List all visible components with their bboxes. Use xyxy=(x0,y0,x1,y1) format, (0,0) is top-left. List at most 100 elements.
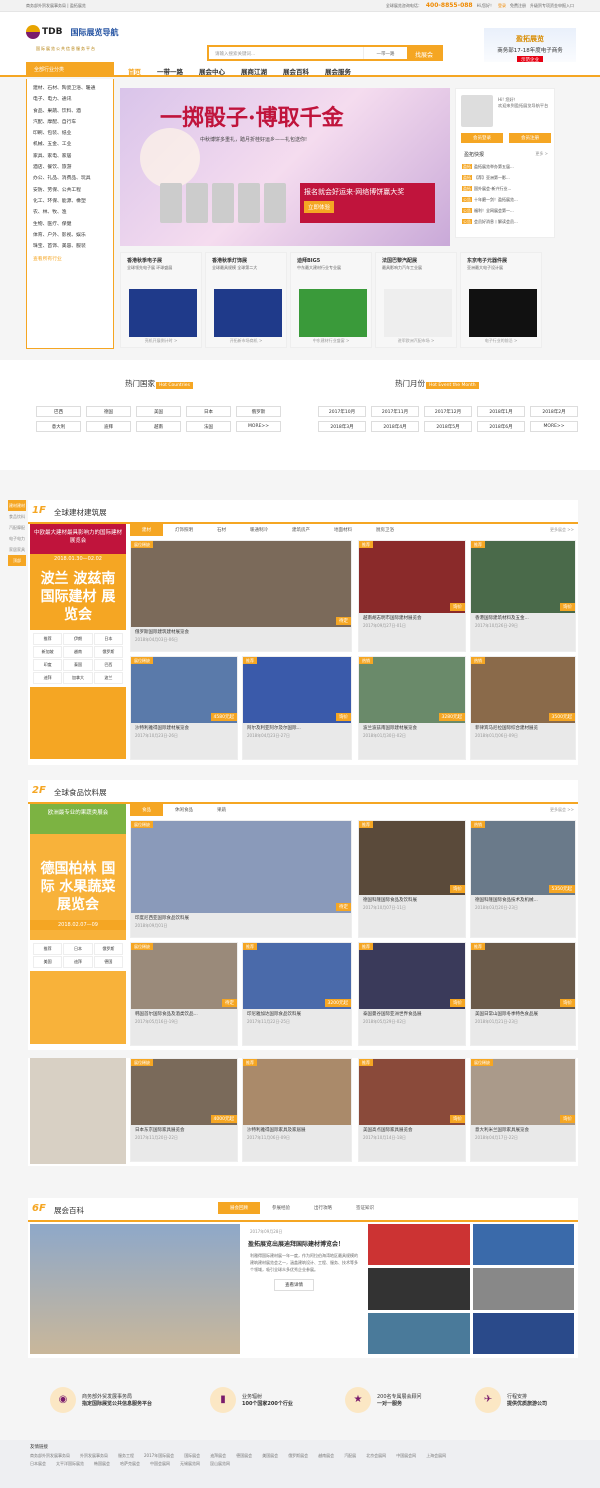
floor-promo[interactable]: 欧洲最专业的果蔬类展会 德国柏林 国际 水果蔬菜 展览会 2018.02.07—… xyxy=(30,804,126,1044)
floor-more-link[interactable]: 更多展会 >> xyxy=(550,527,574,533)
menu-item[interactable]: 安防、劳保、公共工程 xyxy=(33,185,107,196)
expo-tile[interactable]: 推荐 询价 德国科隆国际食品及饮料展 2017年10月07日-11日 xyxy=(358,820,466,938)
wiki-tab[interactable]: 展会回顾 xyxy=(218,1202,260,1214)
wiki-thumb[interactable] xyxy=(368,1224,470,1266)
menu-item[interactable]: 化工、环保、能源、橡塑 xyxy=(33,196,107,207)
news-item[interactable]: 盈拓 【荐】亚洲第一影... xyxy=(462,172,552,183)
month-pill[interactable]: 2018年5月 xyxy=(424,421,472,432)
floor-tab[interactable]: 建材 xyxy=(130,524,163,536)
footer-link[interactable]: 太平洋国际展览 xyxy=(56,1461,84,1467)
footer-link[interactable]: 2017年国际展会 xyxy=(144,1453,174,1459)
footer-link[interactable]: 日本展会 xyxy=(30,1461,46,1467)
menu-item[interactable]: 办公、礼品、消费品、玩具 xyxy=(33,173,107,184)
expo-tile[interactable]: 展位稀缺 4000元起 日本东京国际家具展览会 2017年11月20日-22日 xyxy=(130,1058,238,1162)
menu-item[interactable]: 农、林、牧、渔 xyxy=(33,207,107,218)
menu-item[interactable]: 汽配、摩配、自行车 xyxy=(33,117,107,128)
footer-link[interactable]: 中国会展网 xyxy=(150,1461,170,1467)
month-pill[interactable]: 2017年10月 xyxy=(318,406,366,417)
footer-link[interactable]: 德国展会 xyxy=(236,1453,252,1459)
wiki-tab[interactable]: 参展经验 xyxy=(260,1202,302,1214)
nav-home[interactable]: 首页 xyxy=(120,62,149,80)
floor-tab[interactable]: 地面材料 xyxy=(322,524,364,536)
wiki-tab[interactable]: 出行攻略 xyxy=(302,1202,344,1214)
nav-expo-center[interactable]: 展会中心 xyxy=(191,62,233,80)
footer-link[interactable]: 美国展会 xyxy=(262,1453,278,1459)
footer-link[interactable]: 北京会展网 xyxy=(366,1453,386,1459)
expo-tile[interactable]: 展位稀缺 待定 韩国首尔国际食品及酒类饮品... 2017年05月16日-19日 xyxy=(130,942,238,1046)
footer-link[interactable]: 国际展会 xyxy=(184,1453,200,1459)
month-pill[interactable]: 2017年12月 xyxy=(424,406,472,417)
nav-exhibitors[interactable]: 展商江湖 xyxy=(233,62,275,80)
expo-tile[interactable]: 推荐 询价 越南胡志明市国际建材展览会 2017年09月27日-01日 xyxy=(358,540,466,652)
expo-tile[interactable]: 展位稀缺 待定 印度尼西亚国际食品饮料展 2018年09月01日 xyxy=(130,820,352,938)
news-item[interactable]: 盈拓 国外展会-新兴行业... xyxy=(462,183,552,194)
news-item[interactable]: 公告 福利！全网展会第一... xyxy=(462,205,552,216)
footer-link[interactable]: 俄罗斯展会 xyxy=(288,1453,308,1459)
floor-tab[interactable]: 食品 xyxy=(130,804,163,816)
floor-promo[interactable] xyxy=(30,1058,126,1164)
expo-card[interactable]: 香港秋季电子展 全球领先电子展 环球盛展 亮机开展倒计时 > xyxy=(120,252,202,348)
expo-card[interactable]: 迪拜BIG5 中东最大建材行业专业展 中东建材行业盛宴 > xyxy=(290,252,372,348)
month-pill[interactable]: 2018年1月 xyxy=(477,406,525,417)
wiki-thumb[interactable] xyxy=(472,1268,574,1310)
footer-link[interactable]: 越南展会 xyxy=(318,1453,334,1459)
news-more-link[interactable]: 更多 > xyxy=(535,151,548,157)
footer-link[interactable]: 昆山展览网 xyxy=(210,1461,230,1467)
menu-item[interactable]: 珠宝、首饰、美容、服装 xyxy=(33,241,107,252)
floor-more-link[interactable]: 更多展会 >> xyxy=(550,807,574,813)
floor-tab[interactable]: 建筑房产 xyxy=(280,524,322,536)
expo-card[interactable]: 香港秋季灯饰展 全球最具规模 全球第二大 开拓新市场商机 > xyxy=(205,252,287,348)
floor-tab[interactable]: 暖通制冷 xyxy=(238,524,280,536)
floor-tab[interactable]: 石材 xyxy=(205,524,238,536)
floor-tab[interactable]: 厨房卫浴 xyxy=(364,524,406,536)
wiki-thumb[interactable] xyxy=(368,1312,470,1354)
login-link[interactable]: 登录 xyxy=(498,3,506,9)
footer-link[interactable]: 上海会展网 xyxy=(426,1453,446,1459)
wiki-thumb[interactable] xyxy=(472,1224,574,1266)
nav-services[interactable]: 展会服务 xyxy=(317,62,359,80)
expo-tile[interactable]: 推荐 询价 香港国际建筑材料及五金... 2017年10月26日-29日 xyxy=(470,540,576,652)
hero-banner[interactable]: 一掷骰子·博取千金 中秋博饼多重礼，踏月折桂好运乡——礼包送你! 报名就会好运来… xyxy=(120,88,450,246)
footer-link[interactable]: 商务部外贸发展事务局 xyxy=(30,1453,70,1459)
top-left-text[interactable]: 商务部外贸发展事务局 | 盈拓展览 xyxy=(26,3,86,9)
country-pill[interactable]: 美国 xyxy=(136,406,181,417)
menu-more-link[interactable]: 查看所有行业 xyxy=(33,254,107,265)
all-categories-button[interactable]: 全部行业分类 xyxy=(26,62,114,77)
country-pill[interactable]: 意大利 xyxy=(36,421,81,432)
month-pill[interactable]: MORE>> xyxy=(530,421,578,432)
rail-item[interactable]: 家居家具 xyxy=(8,544,26,555)
floor-tab[interactable]: 休闲食品 xyxy=(163,804,205,816)
footer-link[interactable]: 韩国展会 xyxy=(94,1461,110,1467)
expo-tile[interactable]: 推荐 3200元起 印尼雅加达国际食品饮料展 2017年11月22日-25日 xyxy=(242,942,352,1046)
footer-link[interactable]: 中国展会网 xyxy=(396,1453,416,1459)
search-category-select[interactable]: 一带一路 xyxy=(363,47,407,59)
expo-tile[interactable]: 热销 5350元起 德国科隆国际食品技术及机械... 2018年03月20日-23日 xyxy=(470,820,576,938)
member-login-button[interactable]: 会员登录 xyxy=(461,133,503,143)
expo-tile[interactable]: 热销 3280元起 波兰波兹南国际建材展览会 2018年01月30日-02日 xyxy=(358,656,466,760)
news-item[interactable]: 盈拓 盈拓展览举办第五届... xyxy=(462,161,552,172)
search-input[interactable]: 请输入搜索关键词... xyxy=(209,47,363,59)
rail-item[interactable]: 电子电力 xyxy=(8,533,26,544)
site-logo[interactable]: TDB 国际展览导航 xyxy=(26,25,118,39)
expo-tile[interactable]: 展位稀缺 4580元起 沙特利雅得国际建材展览会 2017年10月23日-26日 xyxy=(130,656,238,760)
nav-wiki[interactable]: 展会百科 xyxy=(275,62,317,80)
expo-tile[interactable]: 热销 3500元起 菲律宾马尼拉国际综合建材展览 2018年01月06日-09日 xyxy=(470,656,576,760)
news-item[interactable]: 公告 十年磨一剑！盈拓展览... xyxy=(462,194,552,205)
country-pill[interactable]: 法国 xyxy=(186,421,231,432)
banner-cta-button[interactable]: 立即体验 xyxy=(304,201,335,213)
expo-card[interactable]: 法国巴黎汽配展 最具影响力汽车工业展 进军欧洲汽配市场 > xyxy=(375,252,457,348)
country-pill[interactable]: MORE>> xyxy=(236,421,281,432)
member-register-button[interactable]: 会员注册 xyxy=(509,133,551,143)
menu-item[interactable]: 印刷、包装、纸业 xyxy=(33,128,107,139)
month-pill[interactable]: 2018年6月 xyxy=(477,421,525,432)
footer-link[interactable]: 外贸发展事务局 xyxy=(80,1453,108,1459)
menu-item[interactable]: 家具、家电、家居 xyxy=(33,151,107,162)
footer-link[interactable]: 汽配展 xyxy=(344,1453,356,1459)
country-pill[interactable]: 迪拜 xyxy=(86,421,131,432)
footer-link[interactable]: 迪拜展会 xyxy=(210,1453,226,1459)
menu-item[interactable]: 食品、果蔬、饮料、酒 xyxy=(33,106,107,117)
expo-tile[interactable]: 推荐 询价 美国日常山国际冬季特色食品展 2018年01月21日-23日 xyxy=(470,942,576,1046)
expo-tile[interactable]: 展位稀缺 待定 俄罗斯国际建筑建材展览会 2018年04月03日-06日 xyxy=(130,540,352,652)
footer-link[interactable]: 服务工程 xyxy=(118,1453,134,1459)
wiki-photo[interactable] xyxy=(30,1224,240,1354)
